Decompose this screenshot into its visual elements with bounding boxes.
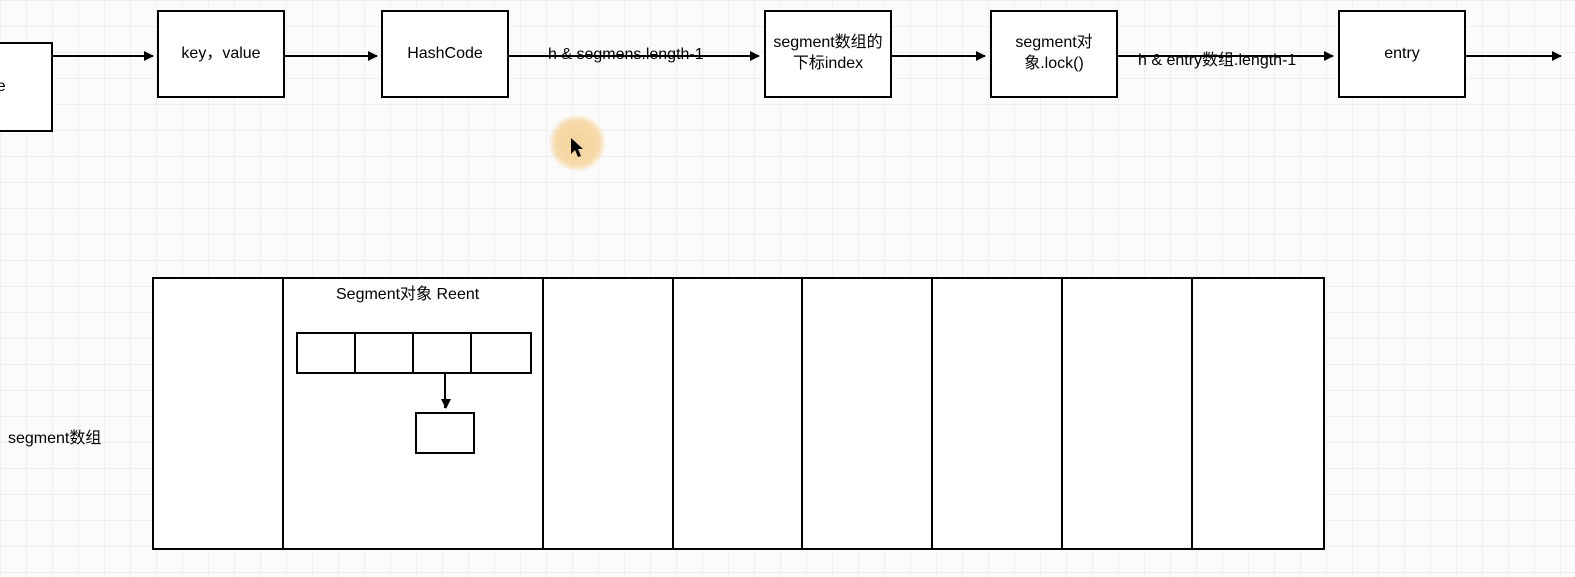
node-key-value[interactable]: key，value <box>157 10 285 98</box>
node-put-partial[interactable]: alue <box>0 42 53 132</box>
segment-cell-6[interactable] <box>1063 279 1193 548</box>
node-entry[interactable]: entry <box>1338 10 1466 98</box>
segment-cell-3[interactable] <box>674 279 804 548</box>
entry-cell-0[interactable] <box>298 334 356 372</box>
node-segment-index-label: segment数组的下标index <box>772 33 884 75</box>
entry-to-node-arrow <box>444 372 446 408</box>
entry-cell-1[interactable] <box>356 334 414 372</box>
node-hashcode-label: HashCode <box>407 44 483 65</box>
segment-cell-5[interactable] <box>933 279 1063 548</box>
segment-cell-1-title: Segment对象 Reent <box>336 280 479 304</box>
arrow-5 <box>1466 55 1561 57</box>
segment-cell-2[interactable] <box>544 279 674 548</box>
arrow-2-label: h & segmens.length-1 <box>548 46 704 64</box>
entry-node-box[interactable] <box>415 412 475 454</box>
segment-cell-0[interactable] <box>154 279 284 548</box>
cursor-pointer-icon <box>571 138 587 164</box>
arrow-1 <box>285 55 377 57</box>
node-hashcode[interactable]: HashCode <box>381 10 509 98</box>
arrow-4-label: h & entry数组.length-1 <box>1138 46 1296 70</box>
node-key-value-label: key，value <box>181 44 260 65</box>
arrow-0 <box>53 55 153 57</box>
segment-array-table[interactable] <box>152 277 1325 550</box>
entry-cell-2[interactable] <box>414 334 472 372</box>
segment-cell-4[interactable] <box>803 279 933 548</box>
node-segment-lock-label: segment对象.lock() <box>998 33 1110 75</box>
node-entry-label: entry <box>1384 44 1420 65</box>
entry-cell-3[interactable] <box>472 334 530 372</box>
segment-cell-1[interactable] <box>284 279 544 548</box>
entry-array[interactable] <box>296 332 532 374</box>
node-segment-lock[interactable]: segment对象.lock() <box>990 10 1118 98</box>
arrow-3 <box>892 55 985 57</box>
segment-cell-7[interactable] <box>1193 279 1323 548</box>
node-segment-index[interactable]: segment数组的下标index <box>764 10 892 98</box>
node-put-partial-label: alue <box>0 77 6 98</box>
segment-array-label: segment数组 <box>8 424 101 448</box>
